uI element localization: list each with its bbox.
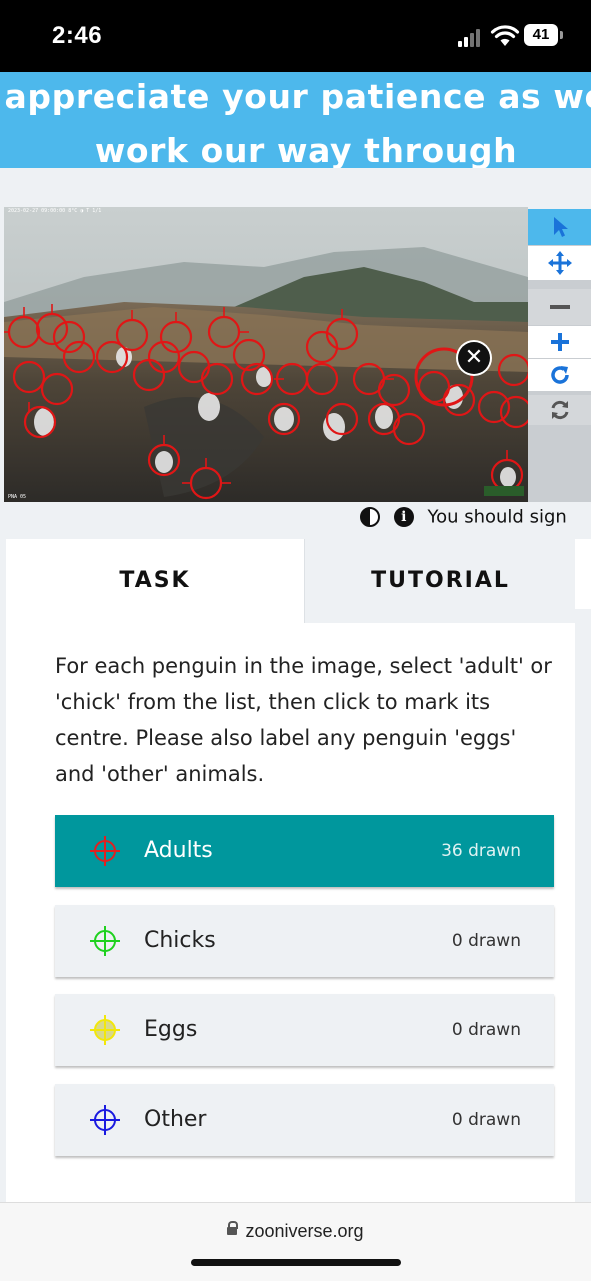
crosshair-icon	[90, 1105, 120, 1135]
camera-timestamp: 2023-02-27 09:00:00 8°C ◑ T 1/1	[8, 208, 102, 214]
battery-nub	[560, 31, 563, 39]
url-display[interactable]: zooniverse.org	[0, 1221, 591, 1242]
camera-id: PNA 05	[8, 494, 27, 500]
select-tool-button[interactable]	[528, 209, 591, 245]
contrast-icon[interactable]	[360, 507, 380, 527]
choice-count: 0 drawn	[451, 1020, 521, 1040]
choice-count: 0 drawn	[451, 931, 521, 951]
crosshair-icon	[90, 1015, 120, 1045]
panel-edge	[575, 539, 591, 609]
minus-icon	[549, 305, 570, 309]
zoom-out-button[interactable]	[528, 289, 591, 325]
lock-icon	[227, 1221, 239, 1236]
status-time: 2:46	[52, 22, 103, 49]
rotate-icon	[550, 366, 569, 384]
choice-label: Other	[144, 1107, 207, 1132]
status-bar: 2:46 41	[0, 0, 591, 72]
choice-other[interactable]: Other 0 drawn	[55, 1084, 554, 1156]
choice-eggs[interactable]: Eggs 0 drawn	[55, 994, 554, 1066]
viewer-toolbar	[528, 209, 591, 502]
choice-label: Chicks	[144, 928, 216, 953]
move-tool-button[interactable]	[528, 246, 591, 280]
cursor-arrow-icon	[553, 217, 568, 237]
subject-photo	[4, 207, 528, 502]
crosshair-icon	[90, 926, 120, 956]
info-icon[interactable]: i	[393, 507, 414, 527]
choice-count: 36 drawn	[441, 841, 521, 861]
reset-button[interactable]	[528, 395, 591, 425]
info-row: i You should sign	[360, 506, 567, 536]
choice-label: Eggs	[144, 1017, 198, 1042]
choice-adults[interactable]: Adults 36 drawn	[55, 815, 554, 887]
wifi-icon	[490, 25, 520, 46]
rotate-button[interactable]	[528, 359, 591, 391]
choice-chicks[interactable]: Chicks 0 drawn	[55, 905, 554, 977]
sign-in-notice: You should sign	[427, 506, 567, 528]
home-indicator[interactable]	[191, 1259, 401, 1266]
choice-label: Adults	[144, 838, 213, 863]
zoom-in-button[interactable]	[528, 326, 591, 358]
delete-mark-button[interactable]: ✕	[456, 340, 492, 376]
task-instructions: For each penguin in the image, select 'a…	[55, 654, 552, 786]
crosshair-icon	[90, 836, 120, 866]
signal-icon	[458, 27, 484, 47]
tab-task[interactable]: TASK	[6, 539, 304, 623]
plus-icon	[550, 333, 569, 351]
choice-count: 0 drawn	[451, 1110, 521, 1130]
move-arrows-icon	[547, 251, 572, 275]
subject-image-viewer[interactable]: 2023-02-27 09:00:00 8°C ◑ T 1/1 PNA 05	[4, 207, 528, 502]
url-text: zooniverse.org	[245, 1221, 364, 1241]
battery-indicator: 41	[524, 24, 558, 46]
close-circle-icon: ✕	[458, 342, 490, 374]
tab-tutorial[interactable]: TUTORIAL	[304, 539, 576, 623]
browser-url-bar[interactable]: zooniverse.org	[0, 1202, 591, 1281]
announcement-banner: appreciate your patience as we work our …	[0, 72, 591, 224]
refresh-icon	[551, 400, 568, 420]
